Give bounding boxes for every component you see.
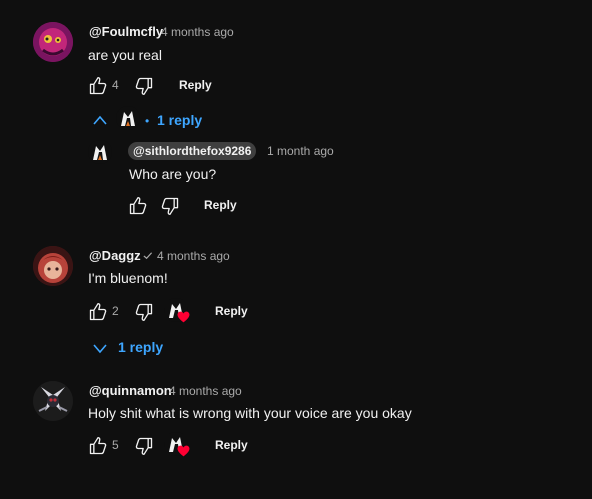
avatar[interactable]	[33, 246, 73, 286]
reply-button[interactable]: Reply	[215, 304, 248, 318]
fox-silhouette-icon	[88, 140, 112, 164]
reply-button[interactable]: Reply	[204, 198, 237, 212]
reply-button[interactable]: Reply	[179, 78, 212, 92]
dislike-icon[interactable]	[134, 76, 154, 96]
like-icon[interactable]	[128, 196, 148, 216]
fox-silhouette-icon	[116, 106, 140, 130]
like-count: 5	[112, 438, 119, 452]
avatar[interactable]	[33, 22, 73, 62]
avatar-image	[33, 381, 73, 421]
reply-button[interactable]: Reply	[215, 438, 248, 452]
comment-author[interactable]: @quinnamon	[89, 383, 172, 398]
comment-text: Holy shit what is wrong with your voice …	[88, 405, 412, 421]
comment-time[interactable]: 4 months ago	[157, 249, 230, 263]
avatar[interactable]	[88, 140, 112, 164]
comment-text: I'm bluenom!	[88, 270, 168, 286]
dislike-icon[interactable]	[134, 436, 154, 456]
creator-author-badge[interactable]: @sithlordthefox9286	[128, 142, 257, 160]
like-count: 2	[112, 304, 119, 318]
heart-icon	[177, 445, 190, 457]
comment-author[interactable]: @Foulmcfly	[89, 24, 163, 39]
avatar-image	[33, 22, 73, 62]
comment-author[interactable]: @Daggz	[89, 248, 141, 263]
comment-text: are you real	[88, 47, 162, 63]
dislike-icon[interactable]	[160, 196, 180, 216]
like-icon[interactable]	[88, 302, 108, 322]
avatar[interactable]	[33, 381, 73, 421]
chevron-up-icon	[93, 115, 107, 125]
comment-time[interactable]: 4 months ago	[161, 25, 234, 39]
comment-time[interactable]: 4 months ago	[169, 384, 242, 398]
like-icon[interactable]	[88, 436, 108, 456]
creator-avatar	[116, 106, 140, 130]
like-count: 4	[112, 78, 119, 92]
checkmark-icon	[143, 252, 153, 260]
like-icon[interactable]	[88, 76, 108, 96]
replies-count-label[interactable]: 1 reply	[157, 112, 202, 128]
comment-text: Who are you?	[129, 166, 217, 182]
bullet-separator: •	[145, 114, 150, 128]
comment-time[interactable]: 1 month ago	[267, 144, 334, 158]
avatar-image	[33, 246, 73, 286]
heart-icon	[177, 311, 190, 323]
replies-count-label[interactable]: 1 reply	[118, 339, 163, 355]
dislike-icon[interactable]	[134, 302, 154, 322]
chevron-down-icon	[93, 344, 107, 354]
